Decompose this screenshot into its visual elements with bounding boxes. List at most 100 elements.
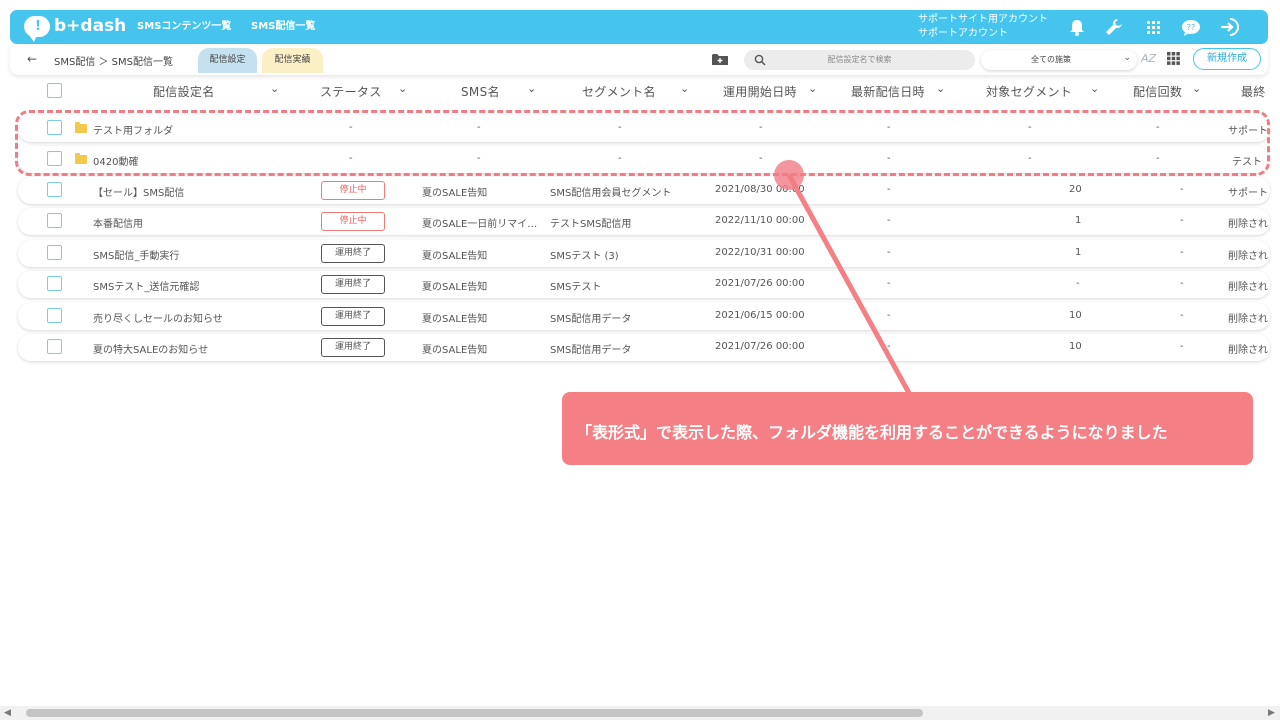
cell-sms: 夏のSALE告知 bbox=[422, 188, 488, 199]
nav-sms-contents[interactable]: SMSコンテンツ一覧 bbox=[137, 10, 231, 44]
status-badge: 運用終了 bbox=[321, 338, 385, 357]
account-info[interactable]: サポートサイト用アカウント サポートアカウント bbox=[918, 13, 1048, 41]
table-row[interactable]: 夏の特大SALEのお知らせ 運用終了 夏のSALE告知 SMS配信用データ 20… bbox=[18, 334, 1270, 361]
cell-latest: - bbox=[887, 278, 891, 289]
cell-last: 削除され bbox=[1228, 314, 1268, 325]
cell-name[interactable]: 売り尽くしセールのお知らせ bbox=[93, 310, 223, 325]
cell-latest: - bbox=[887, 184, 891, 195]
table-row[interactable]: 売り尽くしセールのお知らせ 運用終了 夏のSALE告知 SMS配信用データ 20… bbox=[18, 303, 1270, 330]
cell-last: サポート bbox=[1228, 188, 1268, 199]
help-chat-icon[interactable]: ?? bbox=[1180, 16, 1202, 38]
folder-highlight-outline bbox=[15, 110, 1270, 176]
table-row[interactable]: SMSテスト_送信元確認 運用終了 夏のSALE告知 SMSテスト 2021/0… bbox=[18, 271, 1270, 298]
scroll-left-arrow[interactable]: ◀ bbox=[4, 706, 11, 720]
cell-name[interactable]: SMS配信_手動実行 bbox=[93, 247, 179, 262]
table-row[interactable]: SMS配信_手動実行 運用終了 夏のSALE告知 SMSテスト (3) 2022… bbox=[18, 240, 1270, 267]
cell-count: - bbox=[1180, 341, 1184, 352]
cell-sms: 夏のSALE一日前リマイ… bbox=[422, 219, 538, 230]
cell-start: 2022/11/10 00:00 bbox=[715, 215, 805, 226]
cell-latest: - bbox=[887, 247, 891, 258]
cell-start: 2021/07/26 00:00 bbox=[715, 278, 805, 289]
cell-last: 削除され bbox=[1228, 345, 1268, 356]
cell-start: 2022/10/31 00:00 bbox=[715, 247, 805, 258]
chevron-down-icon[interactable]: ⌄ bbox=[1090, 82, 1099, 95]
row-checkbox[interactable] bbox=[47, 276, 62, 291]
add-folder-icon[interactable] bbox=[712, 53, 728, 66]
cell-count: - bbox=[1180, 310, 1184, 321]
campaign-select-value: 全ての施策 bbox=[1031, 55, 1071, 64]
col-segment-name[interactable]: セグメント名 bbox=[582, 83, 656, 100]
sub-bar: ← SMS配信 ＞ SMS配信一覧 配信設定 配信実績 配信設定名で検索 全ての… bbox=[10, 44, 1268, 75]
logout-icon[interactable] bbox=[1218, 16, 1240, 38]
cell-segment: SMSテスト bbox=[550, 282, 602, 293]
cell-sms: 夏のSALE告知 bbox=[422, 314, 488, 325]
chevron-down-icon[interactable]: ⌄ bbox=[270, 82, 279, 95]
cell-name[interactable]: 夏の特大SALEのお知らせ bbox=[93, 341, 208, 356]
col-last[interactable]: 最終 bbox=[1241, 83, 1266, 100]
cell-sms: 夏のSALE告知 bbox=[422, 345, 488, 356]
col-latest-datetime[interactable]: 最新配信日時 bbox=[851, 83, 925, 100]
row-checkbox[interactable] bbox=[47, 245, 62, 260]
chevron-down-icon[interactable]: ⌄ bbox=[1192, 82, 1201, 95]
new-create-button[interactable]: 新規作成 bbox=[1193, 48, 1261, 70]
cell-last: 削除され bbox=[1228, 219, 1268, 230]
cell-latest: - bbox=[887, 341, 891, 352]
scroll-right-arrow[interactable]: ▶ bbox=[1268, 706, 1275, 720]
cell-segment: SMS配信用データ bbox=[550, 314, 632, 325]
cell-target: 10 bbox=[1069, 341, 1082, 352]
cell-target: 1 bbox=[1075, 215, 1082, 226]
scrollbar-thumb[interactable] bbox=[26, 709, 923, 717]
tab-delivery-results[interactable]: 配信実績 bbox=[262, 48, 323, 73]
cell-segment: SMS配信用会員セグメント bbox=[550, 188, 672, 199]
cell-target: 20 bbox=[1069, 184, 1082, 195]
chevron-down-icon[interactable]: ⌄ bbox=[527, 82, 536, 95]
select-all-checkbox[interactable] bbox=[47, 83, 62, 98]
sort-az-icon[interactable]: AZ bbox=[1141, 52, 1156, 65]
breadcrumb[interactable]: SMS配信 ＞ SMS配信一覧 bbox=[54, 53, 173, 68]
back-arrow-icon[interactable]: ← bbox=[27, 52, 37, 66]
bell-icon[interactable] bbox=[1066, 16, 1088, 38]
chevron-down-icon[interactable]: ⌄ bbox=[808, 82, 817, 95]
logo-text: b+dash bbox=[54, 16, 127, 36]
chevron-down-icon[interactable]: ⌄ bbox=[936, 82, 945, 95]
apps-grid-icon[interactable] bbox=[1142, 16, 1164, 38]
status-badge: 運用終了 bbox=[321, 275, 385, 294]
status-badge: 運用終了 bbox=[321, 307, 385, 326]
cell-segment: SMSテスト (3) bbox=[550, 251, 619, 262]
grid-view-icon[interactable] bbox=[1167, 52, 1180, 65]
row-checkbox[interactable] bbox=[47, 308, 62, 323]
row-checkbox[interactable] bbox=[47, 339, 62, 354]
annotation-callout: 「表形式」で表示した際、フォルダ機能を利用することができるようになりました bbox=[562, 392, 1253, 465]
nav-sms-delivery[interactable]: SMS配信一覧 bbox=[251, 10, 315, 44]
col-status[interactable]: ステータス bbox=[320, 83, 382, 100]
svg-text:??: ?? bbox=[1187, 23, 1196, 32]
chevron-down-icon[interactable]: ⌄ bbox=[680, 82, 689, 95]
chevron-down-icon[interactable]: ⌄ bbox=[398, 82, 407, 95]
cell-name[interactable]: SMSテスト_送信元確認 bbox=[93, 278, 199, 293]
col-start-datetime[interactable]: 運用開始日時 bbox=[723, 83, 797, 100]
status-badge: 運用終了 bbox=[321, 244, 385, 263]
logo-bubble-icon: ! bbox=[24, 16, 50, 42]
col-delivery-count[interactable]: 配信回数 bbox=[1133, 83, 1182, 100]
col-sms-name[interactable]: SMS名 bbox=[461, 83, 500, 100]
col-delivery-setting-name[interactable]: 配信設定名 bbox=[153, 83, 215, 100]
search-input[interactable]: 配信設定名で検索 bbox=[744, 50, 975, 70]
status-badge: 停止中 bbox=[321, 181, 385, 200]
table-row[interactable]: 本番配信用 停止中 夏のSALE一日前リマイ… テストSMS配信用 2022/1… bbox=[18, 208, 1270, 235]
tab-delivery-settings[interactable]: 配信設定 bbox=[198, 48, 257, 73]
account-line1: サポートサイト用アカウント bbox=[918, 14, 1048, 25]
cell-latest: - bbox=[887, 310, 891, 321]
row-checkbox[interactable] bbox=[47, 182, 62, 197]
cell-start: 2021/06/15 00:00 bbox=[715, 310, 805, 321]
horizontal-scrollbar[interactable]: ◀ ▶ bbox=[0, 706, 1280, 720]
campaign-select[interactable]: 全ての施策 ⌄ bbox=[981, 50, 1137, 70]
wrench-icon[interactable] bbox=[1103, 16, 1125, 38]
account-line2: サポートアカウント bbox=[918, 28, 1008, 39]
table-row[interactable]: 【セール】SMS配信 停止中 夏のSALE告知 SMS配信用会員セグメント 20… bbox=[18, 177, 1270, 204]
row-checkbox[interactable] bbox=[47, 213, 62, 228]
col-target-segment[interactable]: 対象セグメント bbox=[986, 83, 1072, 100]
cell-last: 削除され bbox=[1228, 282, 1268, 293]
cell-last: 削除され bbox=[1228, 251, 1268, 262]
cell-name[interactable]: 【セール】SMS配信 bbox=[93, 184, 184, 199]
cell-name[interactable]: 本番配信用 bbox=[93, 215, 143, 230]
